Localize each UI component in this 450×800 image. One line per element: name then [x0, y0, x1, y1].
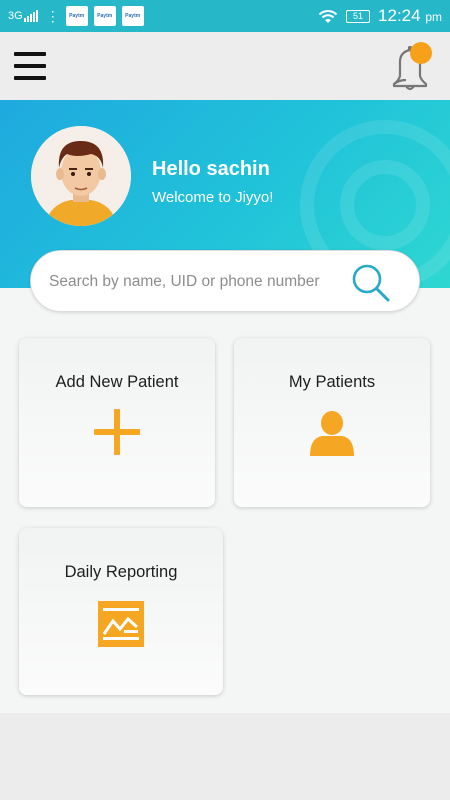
add-new-patient-card[interactable]: Add New Patient: [19, 338, 215, 507]
search-input[interactable]: [49, 269, 349, 295]
menu-icon[interactable]: [14, 52, 46, 80]
network-type: 3G: [8, 10, 23, 22]
notification-app-icon: Paytm: [65, 6, 88, 26]
avatar[interactable]: [31, 126, 131, 226]
notification-app-icon: Paytm: [93, 6, 116, 26]
main-content: Add New Patient My Patients Daily Report…: [0, 288, 450, 713]
greeting-text: Hello sachin: [152, 158, 270, 180]
signal-icon: [23, 10, 38, 22]
search-icon[interactable]: [351, 263, 391, 303]
status-left: 3G ⋮ Paytm Paytm Paytm: [8, 6, 144, 26]
search-bar: [30, 250, 420, 312]
battery-icon: 51: [346, 9, 371, 23]
daily-reporting-card[interactable]: Daily Reporting: [19, 528, 223, 695]
report-icon: [98, 601, 144, 647]
card-label: Add New Patient: [55, 373, 179, 391]
status-bar: 3G ⋮ Paytm Paytm Paytm 51 12:24 pm: [0, 0, 450, 32]
card-label: My Patients: [288, 373, 376, 391]
person-icon: [310, 411, 354, 456]
background-decoration: [340, 160, 430, 250]
signal-indicator: 3G: [8, 10, 38, 22]
status-right: 51 12:24 pm: [318, 6, 442, 26]
notification-badge: [410, 42, 432, 64]
plus-icon: [94, 409, 140, 455]
welcome-text: Welcome to Jiyyo!: [152, 189, 274, 206]
notification-app-icon: Paytm: [121, 6, 144, 26]
app-bar: [0, 32, 450, 100]
wifi-icon: [318, 10, 338, 23]
clock: 12:24 pm: [378, 6, 442, 25]
notification-button[interactable]: [386, 40, 434, 92]
my-patients-card[interactable]: My Patients: [234, 338, 430, 507]
card-label: Daily Reporting: [64, 563, 178, 581]
user-avatar-icon: [31, 126, 131, 226]
more-dots-icon: ⋮: [45, 8, 60, 24]
